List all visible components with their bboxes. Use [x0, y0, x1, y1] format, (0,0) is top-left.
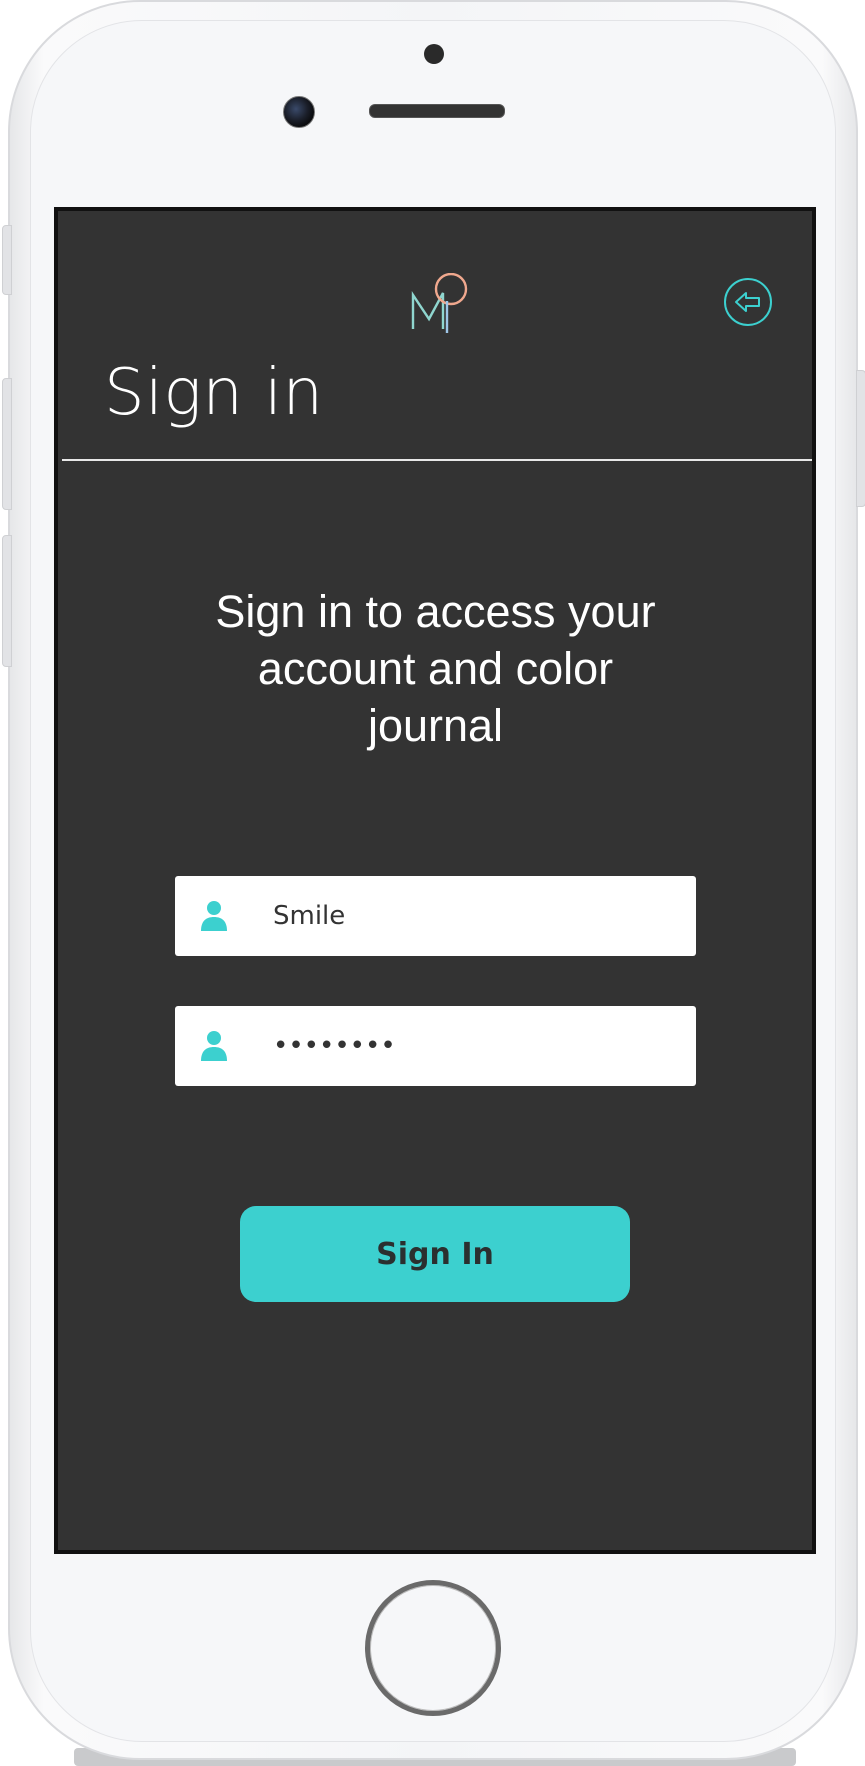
volume-up-button — [2, 378, 12, 510]
power-button — [856, 370, 865, 507]
user-icon — [201, 901, 227, 931]
back-arrow-icon[interactable] — [723, 277, 773, 327]
intro-text: Sign in to access your account and color… — [215, 586, 656, 751]
username-input[interactable] — [273, 876, 673, 956]
page-title: Sign in — [104, 356, 324, 430]
username-field[interactable] — [175, 876, 696, 956]
mq-logo-icon — [411, 273, 468, 333]
app-screen: Sign in Sign in to access your account a… — [54, 207, 816, 1554]
proximity-sensor — [424, 44, 444, 64]
mute-switch — [2, 225, 12, 295]
user-icon — [201, 1031, 227, 1061]
volume-down-button — [2, 535, 12, 667]
password-input[interactable] — [273, 1006, 673, 1086]
home-button[interactable] — [365, 1580, 501, 1716]
password-field[interactable] — [175, 1006, 696, 1086]
sign-in-button[interactable]: Sign In — [240, 1206, 630, 1302]
front-camera — [283, 96, 315, 128]
earpiece-speaker — [369, 104, 505, 118]
title-divider — [62, 459, 812, 461]
